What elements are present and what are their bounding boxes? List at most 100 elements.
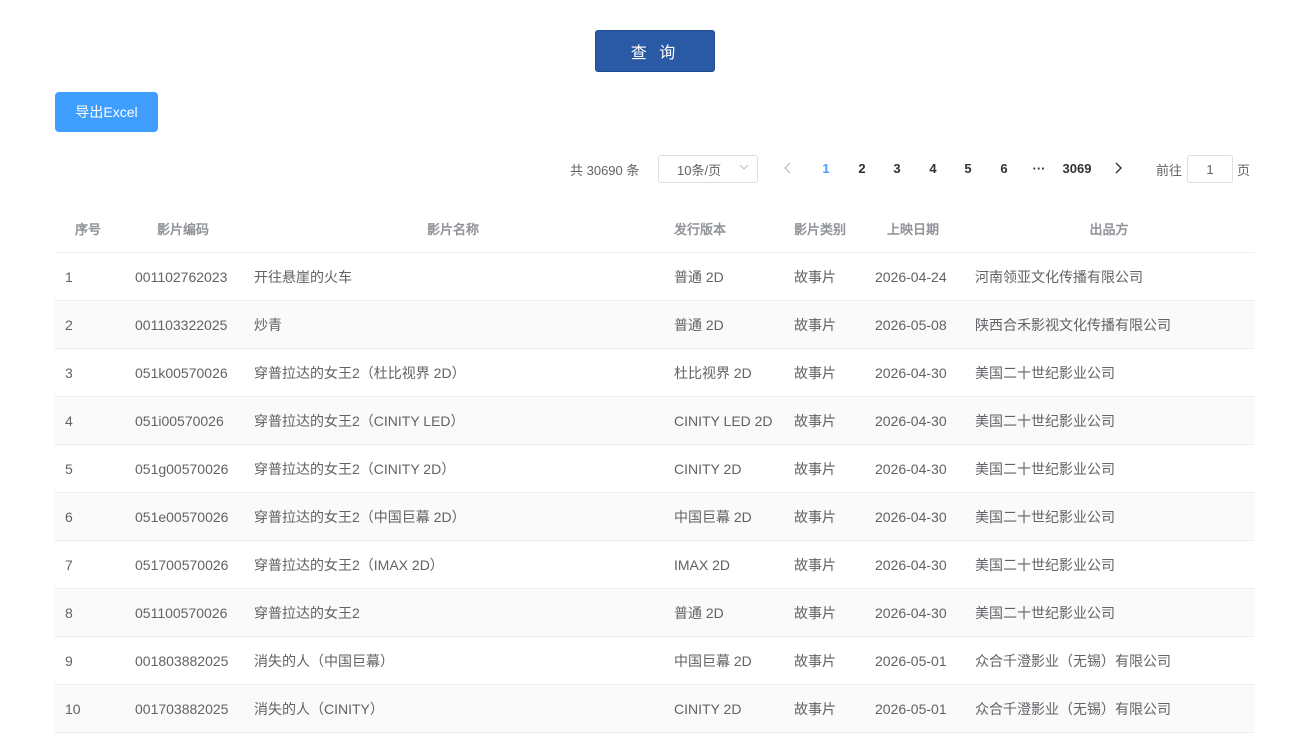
table-row[interactable]: 2 001103322025 炒青 普通 2D 故事片 2026-05-08 陕西合禾影视文…: [55, 301, 1255, 349]
cell-title: 穿普拉达的女王2: [254, 604, 360, 621]
cell-title: 穿普拉达的女王2（IMAX 2D）: [254, 556, 444, 573]
cell-category: 故事片: [794, 556, 836, 573]
cell-producer: 美国二十世纪影业公司: [975, 604, 1115, 621]
cell-category: 故事片: [794, 364, 836, 381]
cell-producer: 美国二十世纪影业公司: [975, 508, 1115, 525]
query-button[interactable]: 查 询: [595, 30, 715, 72]
cell-index: 2: [65, 316, 73, 333]
cell-code: 051100570026: [135, 604, 228, 621]
table-row[interactable]: 8 051100570026 穿普拉达的女王2 普通 2D 故事片 2026-04-30 美…: [55, 589, 1255, 637]
cell-title: 消失的人（CINITY）: [254, 700, 384, 717]
page-6[interactable]: 6: [992, 161, 1016, 176]
cell-producer: 众合千澄影业（无锡）有限公司: [975, 652, 1171, 669]
header-release-date: 上映日期: [887, 221, 940, 237]
table-row[interactable]: 1 001102762023 开往悬崖的火车 普通 2D 故事片 2026-04-24 河南…: [55, 253, 1255, 301]
table-row[interactable]: 3 051k00570026 穿普拉达的女王2（杜比视界 2D） 杜比视界 2D 故事片…: [55, 349, 1255, 397]
export-excel-button[interactable]: 导出Excel: [55, 92, 158, 132]
cell-code: 051700570026: [135, 556, 229, 573]
cell-release-date: 2026-04-30: [875, 604, 947, 621]
cell-release-date: 2026-04-30: [875, 364, 947, 381]
page-ellipsis[interactable]: ···: [1027, 161, 1051, 176]
cell-code: 051g00570026: [135, 460, 229, 477]
cell-version: 杜比视界 2D: [674, 364, 752, 381]
cell-category: 故事片: [794, 652, 836, 669]
cell-version: 普通 2D: [674, 268, 724, 285]
table-row[interactable]: 4 051i00570026 穿普拉达的女王2（CINITY LED） CINITY …: [55, 397, 1255, 445]
cell-producer: 美国二十世纪影业公司: [975, 460, 1115, 477]
cell-index: 10: [65, 700, 81, 717]
cell-title: 炒青: [254, 316, 282, 333]
cell-version: 普通 2D: [674, 316, 724, 333]
header-title: 影片名称: [426, 221, 479, 237]
header-version: 发行版本: [674, 221, 727, 237]
cell-release-date: 2026-05-01: [875, 700, 947, 717]
cell-index: 9: [65, 652, 73, 669]
cell-code: 051i00570026: [135, 412, 224, 429]
pagination: 共 30690 条 10条/页 1 2 3 4 5 6 ··· 3069 前往 …: [0, 155, 1314, 183]
page-4[interactable]: 4: [921, 161, 945, 176]
cell-index: 8: [65, 604, 73, 621]
header-category: 影片类别: [794, 221, 847, 237]
cell-code: 051k00570026: [135, 364, 228, 381]
cell-version: CINITY LED 2D: [674, 412, 773, 429]
cell-producer: 美国二十世纪影业公司: [975, 364, 1115, 381]
cell-release-date: 2026-05-08: [875, 316, 947, 333]
pagination-total: 共 30690 条: [570, 163, 640, 178]
cell-index: 1: [65, 268, 73, 285]
cell-title: 穿普拉达的女王2（CINITY 2D）: [254, 460, 456, 477]
cell-code: 001803882025: [135, 652, 229, 669]
cell-title: 消失的人（中国巨幕）: [254, 652, 394, 669]
cell-code: 001102762023: [135, 268, 228, 285]
table-header: 序号 影片编码 影片名称 发行版本 影片类别 上映日期 出品方: [55, 204, 1255, 253]
cell-index: 5: [65, 460, 73, 477]
cell-title: 穿普拉达的女王2（杜比视界 2D）: [254, 364, 466, 381]
chevron-left-icon[interactable]: [780, 159, 796, 177]
cell-category: 故事片: [794, 268, 836, 285]
film-table: 序号 影片编码 影片名称 发行版本 影片类别 上映日期 出品方 1 0011027…: [55, 204, 1255, 733]
cell-category: 故事片: [794, 316, 836, 333]
cell-version: IMAX 2D: [674, 556, 731, 573]
table-row[interactable]: 9 001803882025 消失的人（中国巨幕） 中国巨幕 2D 故事片 2026-05…: [55, 637, 1255, 685]
cell-title: 穿普拉达的女王2（CINITY LED）: [254, 412, 465, 429]
table-row[interactable]: 6 051e00570026 穿普拉达的女王2（中国巨幕 2D） 中国巨幕 2D 故事片…: [55, 493, 1255, 541]
cell-producer: 陕西合禾影视文化传播有限公司: [975, 316, 1171, 333]
header-producer: 出品方: [1089, 221, 1129, 237]
cell-producer: 美国二十世纪影业公司: [975, 412, 1115, 429]
page-2[interactable]: 2: [850, 161, 874, 176]
cell-category: 故事片: [794, 412, 836, 429]
cell-code: 051e00570026: [135, 508, 229, 525]
table-row[interactable]: 7 051700570026 穿普拉达的女王2（IMAX 2D） IMAX 2D 故事片…: [55, 541, 1255, 589]
cell-version: CINITY 2D: [674, 700, 742, 717]
cell-category: 故事片: [794, 700, 836, 717]
jump-page-input[interactable]: [1187, 155, 1233, 183]
cell-version: CINITY 2D: [674, 460, 742, 477]
cell-release-date: 2026-05-01: [875, 652, 947, 669]
page-last[interactable]: 3069: [1060, 161, 1094, 176]
table-body: 1 001102762023 开往悬崖的火车 普通 2D 故事片 2026-04-24 河南…: [55, 253, 1255, 733]
cell-producer: 河南领亚文化传播有限公司: [975, 268, 1143, 285]
chevron-right-icon[interactable]: [1110, 159, 1126, 177]
header-code: 影片编码: [157, 221, 210, 237]
table-row[interactable]: 10 001703882025 消失的人（CINITY） CINITY 2D 故事片 20…: [55, 685, 1255, 733]
page-3[interactable]: 3: [885, 161, 909, 176]
cell-release-date: 2026-04-30: [875, 556, 947, 573]
cell-code: 001103322025: [135, 316, 228, 333]
cell-producer: 众合千澄影业（无锡）有限公司: [975, 700, 1171, 717]
cell-category: 故事片: [794, 460, 836, 477]
cell-category: 故事片: [794, 604, 836, 621]
page-size-value: 10条/页: [677, 162, 722, 178]
page-5[interactable]: 5: [956, 161, 980, 176]
chevron-down-icon: [739, 164, 749, 170]
page-1[interactable]: 1: [814, 161, 838, 176]
cell-code: 001703882025: [135, 700, 229, 717]
cell-release-date: 2026-04-30: [875, 508, 947, 525]
cell-release-date: 2026-04-30: [875, 412, 947, 429]
header-index: 序号: [75, 221, 102, 237]
page-size-select[interactable]: 10条/页: [658, 155, 758, 183]
cell-release-date: 2026-04-24: [875, 268, 947, 285]
table-row[interactable]: 5 051g00570026 穿普拉达的女王2（CINITY 2D） CINITY 2…: [55, 445, 1255, 493]
cell-producer: 美国二十世纪影业公司: [975, 556, 1115, 573]
jump-suffix: 页: [1237, 163, 1251, 178]
jump-label: 前往: [1156, 163, 1183, 178]
cell-index: 6: [65, 508, 73, 525]
